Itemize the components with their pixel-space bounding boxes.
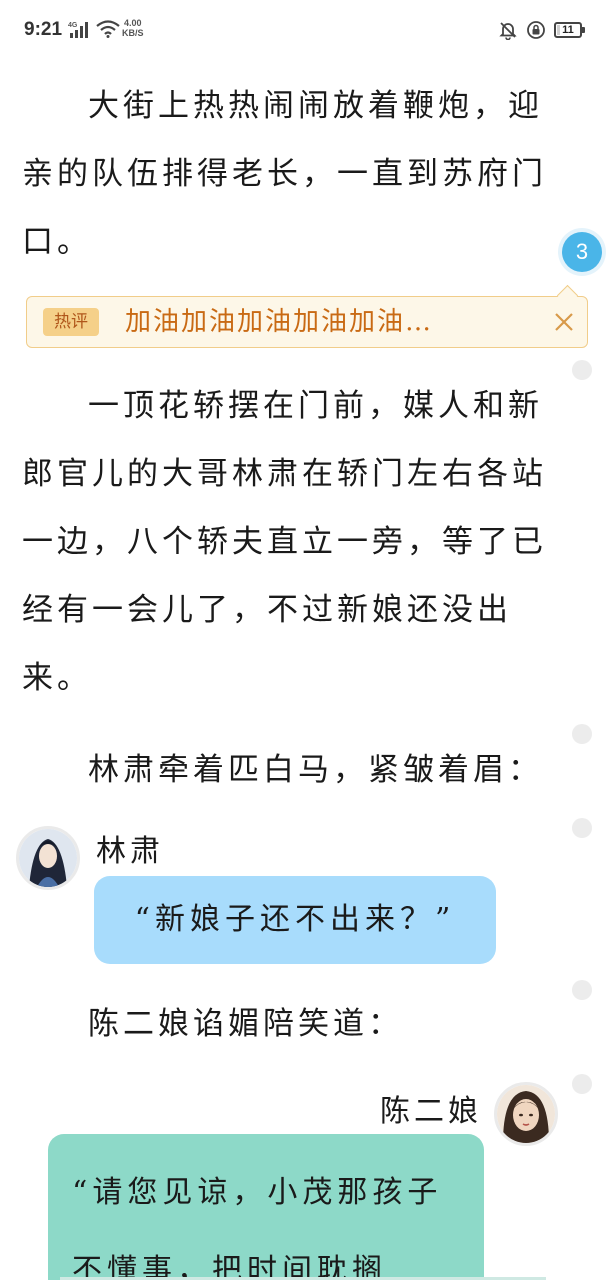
- network-speed: 4.00 KB/S: [122, 18, 144, 38]
- battery-level: 11: [562, 24, 574, 36]
- paragraph-comment-dot[interactable]: [572, 980, 592, 1000]
- avatar-linsu[interactable]: [16, 826, 80, 890]
- network-type-label: 4G: [68, 22, 78, 29]
- story-paragraph: 一顶花轿摆在门前，媒人和新郎官儿的大哥林肃在轿门左右各站一边，八个轿夫直立一旁，…: [22, 388, 547, 696]
- wifi-icon: [96, 20, 120, 38]
- story-paragraph: 林肃牵着匹白马，紧皱着眉：: [88, 752, 543, 788]
- character-portrait-icon: [19, 829, 77, 887]
- paragraph-comment-dot[interactable]: [572, 818, 592, 838]
- paragraph-comment-dot[interactable]: [572, 724, 592, 744]
- hot-comment-text: 加油加油加油加油加油…: [125, 307, 434, 337]
- story-paragraph: 大街上热热闹闹放着鞭炮，迎亲的队伍排得老长，一直到苏府门口。: [22, 88, 547, 260]
- lock-rotation-icon: [527, 21, 545, 39]
- close-icon[interactable]: [553, 311, 575, 333]
- paragraph-comment-dot[interactable]: [572, 360, 592, 380]
- comment-count-bubble[interactable]: 3: [562, 232, 602, 272]
- hot-comment-banner[interactable]: 热评 加油加油加油加油加油…: [26, 296, 588, 348]
- status-icons: 11: [498, 18, 585, 42]
- bell-muted-icon: [499, 22, 517, 40]
- story-paragraph: 陈二娘谄媚陪笑道：: [88, 1006, 403, 1042]
- character-portrait-icon: [497, 1085, 555, 1143]
- battery-icon: 11: [554, 22, 585, 38]
- status-bar: 9:21 4G 4.00 KB/S 11: [0, 0, 606, 64]
- status-time: 9:21: [24, 19, 63, 40]
- avatar-chenerniang[interactable]: [494, 1082, 558, 1146]
- chat-bubble[interactable]: “新娘子还不出来？”: [94, 876, 496, 964]
- hot-comment-tag: 热评: [43, 308, 99, 336]
- paragraph-comment-dot[interactable]: [572, 1074, 592, 1094]
- reader-page: 9:21 4G 4.00 KB/S 11 大街上热热闹闹放着鞭炮，迎亲的队伍排得…: [0, 0, 606, 1280]
- chat-bubble[interactable]: “请您见谅，小茂那孩子不懂事，把时间耽搁: [48, 1134, 484, 1280]
- speaker-name: 林肃: [96, 834, 164, 869]
- speaker-name: 陈二娘: [380, 1094, 482, 1129]
- cellular-signal-icon: 4G: [68, 22, 88, 38]
- network-speed-unit: KB/S: [122, 28, 144, 38]
- network-speed-value: 4.00: [123, 18, 142, 28]
